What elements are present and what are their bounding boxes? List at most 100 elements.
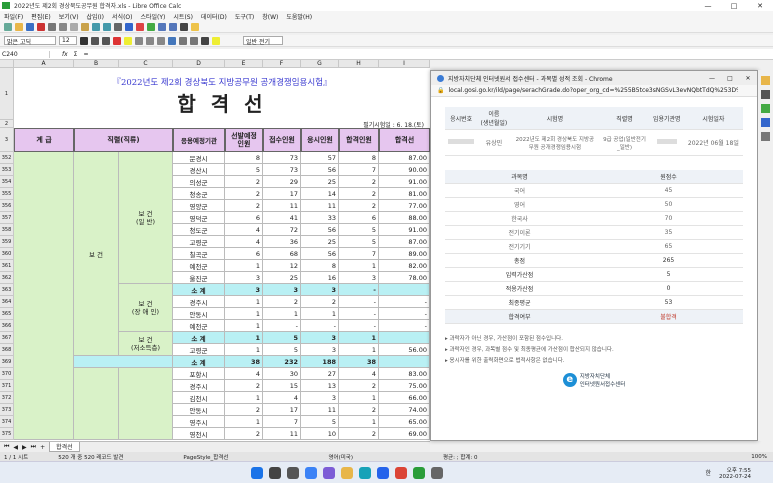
value-cell[interactable]: 1 (339, 260, 379, 272)
value-cell[interactable]: 1 (225, 296, 263, 308)
menu-help[interactable]: 도움말(H) (282, 12, 316, 21)
value-cell[interactable]: 188 (301, 356, 339, 368)
value-cell[interactable]: 12 (263, 260, 301, 272)
value-cell[interactable]: 8 (301, 260, 339, 272)
value-cell[interactable]: 2 (225, 200, 263, 212)
add-sheet-button[interactable]: + (40, 444, 45, 451)
font-name-box[interactable]: 맑은 고딕 (4, 36, 56, 46)
value-cell[interactable]: 3 (263, 284, 301, 296)
column-header-c[interactable]: C (119, 60, 173, 68)
ime-indicator[interactable]: 한 (706, 468, 712, 477)
column-header-b[interactable]: B (74, 60, 119, 68)
value-cell[interactable]: - (379, 320, 430, 332)
value-cell[interactable]: 25 (301, 176, 339, 188)
value-cell[interactable]: 1 (339, 392, 379, 404)
column-header-a[interactable]: A (14, 60, 74, 68)
header-examinees[interactable]: 응시인원 (301, 128, 339, 152)
job-group-cell[interactable]: 보 건 (74, 152, 119, 356)
value-cell[interactable]: 91.00 (379, 224, 430, 236)
value-cell[interactable]: 2 (225, 380, 263, 392)
column-header-d[interactable]: D (173, 60, 225, 68)
tab-nav-last-icon[interactable]: ⏭ (31, 443, 36, 451)
align-right-icon[interactable] (157, 36, 165, 45)
app-icon[interactable] (431, 466, 443, 479)
value-cell[interactable]: 38 (225, 356, 263, 368)
row-header[interactable]: 352 (0, 152, 14, 164)
area-cell[interactable]: 칠곡군 (173, 248, 225, 260)
align-left-icon[interactable] (135, 36, 143, 45)
value-cell[interactable] (379, 332, 430, 344)
value-cell[interactable]: 1 (225, 344, 263, 356)
row-header[interactable]: 373 (0, 404, 14, 416)
chrome-icon[interactable] (395, 466, 407, 479)
value-cell[interactable]: 88.00 (379, 212, 430, 224)
value-cell[interactable]: 7 (339, 164, 379, 176)
formula-input[interactable] (94, 49, 773, 59)
style-box[interactable]: 일반 전기 (243, 36, 283, 46)
value-cell[interactable]: 1 (225, 308, 263, 320)
row-header[interactable]: 356 (0, 200, 14, 212)
new-icon[interactable] (4, 22, 12, 31)
explorer-icon[interactable] (341, 466, 353, 479)
value-cell[interactable]: - (339, 284, 379, 296)
area-cell[interactable]: 안동시 (173, 404, 225, 416)
chart-icon[interactable] (136, 22, 144, 31)
column-header-i[interactable]: I (379, 60, 430, 68)
area-cell[interactable]: 문경시 (173, 152, 225, 164)
value-cell[interactable]: 25 (263, 272, 301, 284)
row-header[interactable]: 355 (0, 188, 14, 200)
area-cell[interactable]: 영양군 (173, 200, 225, 212)
value-cell[interactable]: - (379, 308, 430, 320)
value-cell[interactable]: 5 (263, 332, 301, 344)
tab-nav-prev-icon[interactable]: ◀ (13, 444, 18, 451)
value-cell[interactable]: 3 (301, 332, 339, 344)
clock[interactable]: 오후 7:55 2022-07-24 (719, 466, 751, 480)
row-header[interactable]: 360 (0, 248, 14, 260)
row-header[interactable]: 370 (0, 368, 14, 380)
header-passers[interactable]: 합격인원 (339, 128, 379, 152)
row-header[interactable]: 366 (0, 320, 14, 332)
value-cell[interactable]: 2 (301, 296, 339, 308)
background-color-icon[interactable] (212, 36, 220, 45)
edge-icon[interactable] (359, 466, 371, 479)
close-button[interactable]: ✕ (747, 2, 773, 10)
menu-data[interactable]: 데이터(D) (197, 12, 231, 21)
area-cell[interactable]: 고령군 (173, 236, 225, 248)
highlight-icon[interactable] (124, 36, 132, 45)
value-cell[interactable]: 2 (263, 296, 301, 308)
tab-nav-first-icon[interactable]: ⏮ (4, 443, 9, 451)
area-cell[interactable]: 청도군 (173, 224, 225, 236)
value-cell[interactable]: - (339, 320, 379, 332)
start-icon[interactable] (251, 466, 263, 479)
value-cell[interactable]: 66.00 (379, 392, 430, 404)
functions-icon[interactable] (761, 132, 770, 141)
value-cell[interactable]: 1 (263, 308, 301, 320)
area-cell[interactable]: 예천군 (173, 260, 225, 272)
job-sub-cell[interactable]: 보 건 (저소득층) (119, 332, 173, 356)
chrome-maximize-button[interactable]: □ (721, 75, 739, 82)
row-header[interactable]: 361 (0, 260, 14, 272)
menu-edit[interactable]: 편집(E) (27, 12, 55, 21)
export-pdf-icon[interactable] (37, 22, 45, 31)
special-char-icon[interactable] (180, 22, 188, 31)
function-wizard-icon[interactable]: fx (62, 51, 68, 58)
align-center-icon[interactable] (146, 36, 154, 45)
area-cell[interactable]: 의성군 (173, 176, 225, 188)
value-cell[interactable]: 232 (263, 356, 301, 368)
row-header[interactable]: 368 (0, 344, 14, 356)
value-cell[interactable]: 2 (339, 404, 379, 416)
value-cell[interactable]: 15 (263, 380, 301, 392)
value-cell[interactable] (379, 356, 430, 368)
value-cell[interactable]: 1 (339, 344, 379, 356)
value-cell[interactable]: 29 (263, 176, 301, 188)
chrome-minimize-button[interactable]: — (703, 75, 721, 82)
value-cell[interactable]: 81.00 (379, 188, 430, 200)
value-cell[interactable]: 25 (301, 236, 339, 248)
value-cell[interactable]: 3 (339, 272, 379, 284)
value-cell[interactable]: 11 (263, 200, 301, 212)
job-group-cell[interactable] (74, 368, 119, 440)
properties-icon[interactable] (761, 76, 770, 85)
value-cell[interactable]: 4 (225, 368, 263, 380)
value-cell[interactable]: 8 (339, 152, 379, 164)
cut-icon[interactable] (59, 22, 67, 31)
